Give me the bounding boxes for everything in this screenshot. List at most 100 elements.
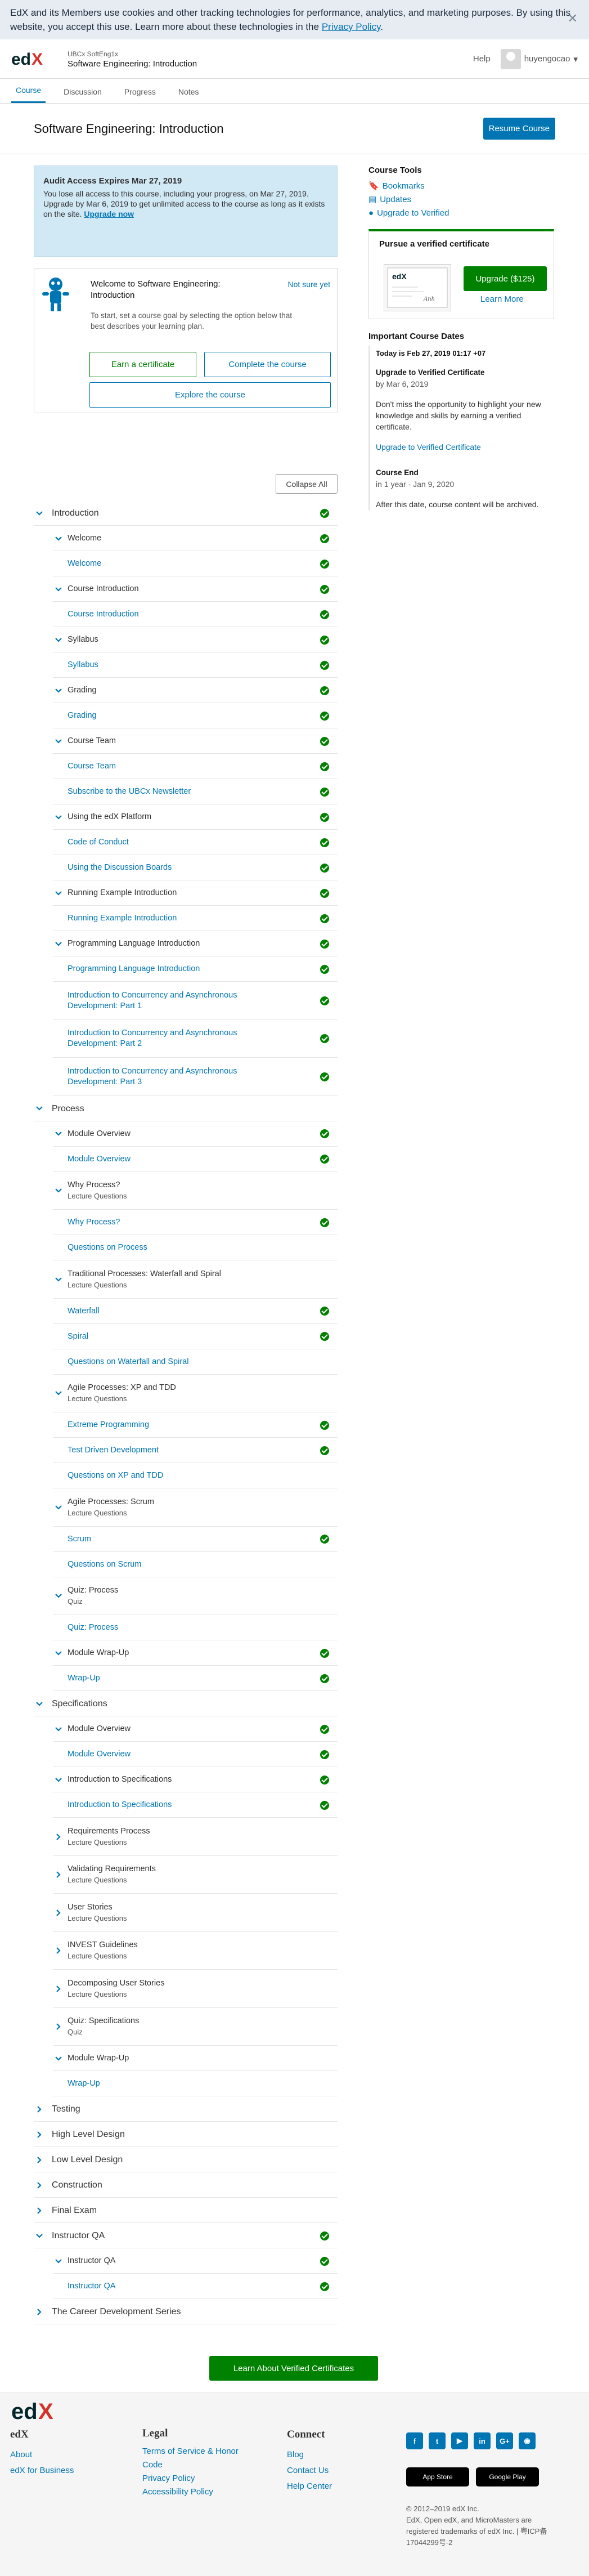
outline-label[interactable]: Test Driven Development: [68, 1445, 309, 1456]
chevron-down-icon[interactable]: [54, 1776, 63, 1785]
outline-label[interactable]: Code of Conduct: [68, 837, 309, 848]
outline-unit[interactable]: Syllabus: [34, 652, 338, 678]
outline-label-line2[interactable]: Development: Part 3: [68, 1077, 309, 1088]
chevron-right-icon[interactable]: [35, 2130, 44, 2139]
outline-unit[interactable]: Course Team: [34, 754, 338, 779]
footer-help-link[interactable]: Help Center: [287, 2481, 332, 2491]
tab-course[interactable]: Course: [11, 86, 46, 103]
outline-subsection[interactable]: Module Overview: [34, 1121, 338, 1147]
footer-contact-link[interactable]: Contact Us: [287, 2466, 329, 2475]
chevron-down-icon[interactable]: [54, 1725, 63, 1734]
outline-unit[interactable]: Questions on Waterfall and Spiral: [34, 1349, 338, 1375]
outline-unit[interactable]: Questions on Scrum: [34, 1552, 338, 1577]
outline-label-line2[interactable]: Development: Part 2: [68, 1039, 309, 1049]
outline-subsection[interactable]: Instructor QA: [34, 2248, 338, 2274]
not-sure-link[interactable]: Not sure yet: [288, 280, 330, 289]
complete-course-button[interactable]: Complete the course: [204, 352, 331, 377]
outline-unit[interactable]: Module Overview: [34, 1742, 338, 1767]
outline-label[interactable]: Extreme Programming: [68, 1420, 309, 1430]
outline-label[interactable]: Course Team: [68, 761, 309, 772]
outline-unit[interactable]: Why Process?: [34, 1210, 338, 1235]
footer-business-link[interactable]: edX for Business: [10, 2466, 74, 2475]
edx-footer-logo[interactable]: ed X: [11, 2398, 68, 2423]
outline-subsection[interactable]: Course Team: [34, 728, 338, 754]
outline-section[interactable]: Low Level Design: [34, 2147, 338, 2172]
outline-label[interactable]: Module Overview: [68, 1154, 309, 1165]
outline-label-line2[interactable]: Development: Part 1: [68, 1001, 309, 1012]
chevron-down-icon[interactable]: [54, 1275, 63, 1284]
outline-label[interactable]: Questions on XP and TDD: [68, 1470, 309, 1481]
chevron-down-icon[interactable]: [54, 1389, 63, 1398]
close-icon[interactable]: ✕: [568, 11, 578, 25]
upgrade-verified-link[interactable]: ● Upgrade to Verified: [368, 207, 554, 220]
outline-subsection[interactable]: Quiz: Specifications Quiz: [34, 2008, 338, 2046]
google-play-badge[interactable]: Google Play: [476, 2467, 539, 2486]
app-store-badge[interactable]: App Store: [406, 2467, 469, 2486]
outline-label[interactable]: Course Introduction: [68, 609, 309, 620]
outline-label[interactable]: Wrap-Up: [68, 1673, 309, 1684]
chevron-down-icon[interactable]: [54, 2257, 63, 2266]
outline-unit[interactable]: Introduction to Specifications: [34, 1792, 338, 1818]
outline-subsection[interactable]: Why Process? Lecture Questions: [34, 1172, 338, 1210]
outline-unit[interactable]: Course Introduction: [34, 602, 338, 627]
outline-unit[interactable]: Wrap-Up: [34, 1666, 338, 1691]
twitter-icon[interactable]: t: [429, 2432, 446, 2449]
upgrade-certificate-link[interactable]: Upgrade to Verified Certificate: [376, 442, 481, 451]
chevron-down-icon[interactable]: [35, 2231, 44, 2240]
chevron-right-icon[interactable]: [54, 1984, 63, 1993]
chevron-right-icon[interactable]: [35, 2155, 44, 2164]
outline-subsection[interactable]: Decomposing User Stories Lecture Question…: [34, 1970, 338, 2008]
outline-subsection[interactable]: Introduction to Specifications: [34, 1767, 338, 1792]
chevron-down-icon[interactable]: [54, 636, 63, 645]
facebook-icon[interactable]: f: [406, 2432, 423, 2449]
outline-label[interactable]: Programming Language Introduction: [68, 964, 309, 974]
outline-section[interactable]: Introduction: [34, 500, 338, 526]
outline-label[interactable]: Introduction to Specifications: [68, 1800, 309, 1810]
outline-label[interactable]: Wrap-Up: [68, 2078, 309, 2089]
outline-label[interactable]: Instructor QA: [68, 2281, 309, 2292]
outline-subsection[interactable]: Requirements Process Lecture Questions: [34, 1818, 338, 1856]
collapse-all-button[interactable]: Collapse All: [276, 474, 338, 494]
footer-tos-link[interactable]: Terms of Service & Honor Code: [142, 2447, 239, 2470]
outline-subsection[interactable]: Traditional Processes: Waterfall and Spi…: [34, 1260, 338, 1299]
youtube-icon[interactable]: ▶: [451, 2432, 468, 2449]
outline-label[interactable]: Why Process?: [68, 1217, 309, 1228]
outline-subsection[interactable]: Programming Language Introduction: [34, 931, 338, 956]
outline-unit[interactable]: Code of Conduct: [34, 830, 338, 855]
outline-subsection[interactable]: Running Example Introduction: [34, 880, 338, 906]
footer-privacy-link[interactable]: Privacy Policy: [142, 2474, 195, 2483]
outline-section[interactable]: Process: [34, 1096, 338, 1121]
outline-unit[interactable]: Introduction to Concurrency and Asynchro…: [34, 1020, 338, 1058]
outline-section[interactable]: High Level Design: [34, 2122, 338, 2147]
chevron-right-icon[interactable]: [54, 1870, 63, 1879]
outline-unit[interactable]: Test Driven Development: [34, 1438, 338, 1463]
outline-label[interactable]: Welcome: [68, 558, 309, 569]
chevron-down-icon[interactable]: [54, 2054, 63, 2063]
chevron-right-icon[interactable]: [35, 2105, 44, 2114]
outline-label[interactable]: Grading: [68, 710, 309, 721]
outline-section[interactable]: The Career Development Series: [34, 2299, 338, 2324]
outline-unit[interactable]: Scrum: [34, 1527, 338, 1552]
outline-unit[interactable]: Module Overview: [34, 1147, 338, 1172]
outline-label[interactable]: Waterfall: [68, 1306, 309, 1317]
user-menu[interactable]: huyengocao ▾: [500, 48, 578, 69]
footer-accessibility-link[interactable]: Accessibility Policy: [142, 2487, 213, 2497]
chevron-down-icon[interactable]: [54, 534, 63, 543]
outline-subsection[interactable]: Using the edX Platform: [34, 804, 338, 830]
outline-subsection[interactable]: Module Wrap-Up: [34, 2046, 338, 2071]
tab-notes[interactable]: Notes: [174, 87, 204, 103]
updates-link[interactable]: ▤ Updates: [368, 193, 554, 207]
outline-section[interactable]: Specifications: [34, 1691, 338, 1716]
outline-subsection[interactable]: Module Overview: [34, 1716, 338, 1742]
chevron-right-icon[interactable]: [54, 1832, 63, 1841]
bookmarks-link[interactable]: 🔖 Bookmarks: [368, 180, 554, 193]
upgrade-button[interactable]: Upgrade ($125): [464, 266, 547, 291]
outline-unit[interactable]: Wrap-Up: [34, 2071, 338, 2096]
outline-unit[interactable]: Instructor QA: [34, 2274, 338, 2299]
outline-section[interactable]: Final Exam: [34, 2198, 338, 2223]
learn-more-link[interactable]: Learn More: [480, 294, 524, 304]
outline-label[interactable]: Using the Discussion Boards: [68, 862, 309, 873]
chevron-down-icon[interactable]: [54, 1591, 63, 1600]
outline-label[interactable]: Scrum: [68, 1534, 309, 1545]
chevron-down-icon[interactable]: [35, 1700, 44, 1709]
